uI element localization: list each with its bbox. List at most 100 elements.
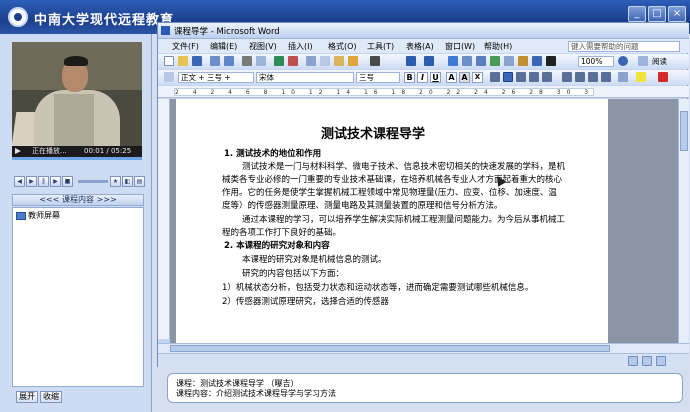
course-tree: 教师屏幕 xyxy=(12,207,144,387)
pause-icon[interactable]: ‖ xyxy=(38,176,49,187)
menu-tools[interactable]: 工具(T) xyxy=(367,41,394,52)
play-icon[interactable] xyxy=(15,148,21,154)
course-content-description: 课程内容：介绍测试技术课程导学与学习方法 xyxy=(176,389,336,398)
char-border-button[interactable]: A xyxy=(446,72,457,83)
permission-icon[interactable] xyxy=(210,56,220,66)
screen-icon xyxy=(16,212,26,220)
new-document-icon[interactable] xyxy=(164,56,174,66)
horizontal-scrollbar[interactable] xyxy=(158,343,689,353)
save-icon[interactable] xyxy=(192,56,202,66)
hyperlink-icon[interactable] xyxy=(448,56,458,66)
horizontal-ruler[interactable]: 2 4 2 4 6 8 10 12 14 16 18 20 22 24 26 2… xyxy=(158,86,689,98)
char-scale-button[interactable]: X xyxy=(472,72,483,83)
stop-icon[interactable]: ■ xyxy=(62,176,73,187)
rewind-icon[interactable]: ◀ xyxy=(14,176,25,187)
cut-icon[interactable] xyxy=(306,56,316,66)
select-browse-object-icon[interactable] xyxy=(628,356,638,366)
research-icon[interactable] xyxy=(288,56,298,66)
read-mode-icon[interactable] xyxy=(638,56,648,66)
align-left-icon[interactable] xyxy=(490,72,500,82)
font-size-select[interactable]: 三号 xyxy=(356,72,400,83)
left-panel: 正在播放... 00:01 / 05:25 ◀ ▶ ‖ ▶ ■ ★ ◧ ▤ <<… xyxy=(0,34,152,412)
menu-help[interactable]: 帮助(H) xyxy=(484,41,512,52)
show-hide-icon[interactable] xyxy=(546,56,556,66)
menu-insert[interactable]: 插入(I) xyxy=(288,41,313,52)
print-icon[interactable] xyxy=(242,56,252,66)
font-options-icon[interactable] xyxy=(370,56,380,66)
expand-button[interactable]: 展开 xyxy=(16,391,38,403)
help-icon[interactable] xyxy=(618,56,628,66)
hscroll-thumb[interactable] xyxy=(170,345,610,352)
lecture-video[interactable] xyxy=(12,42,142,146)
maximize-button[interactable]: □ xyxy=(648,6,666,22)
help-search-input[interactable]: 键入需要帮助的问题 xyxy=(568,41,680,52)
favorite-icon[interactable]: ★ xyxy=(110,176,121,187)
menu-file[interactable]: 文件(F) xyxy=(172,41,199,52)
paragraph-line: 度等）的传感器测量原理、测量电路及其测量装置的原理和信号分析方法。 xyxy=(222,201,503,211)
document-map-icon[interactable] xyxy=(532,56,542,66)
insert-table-icon[interactable] xyxy=(476,56,486,66)
player-status-bar: 正在播放... 00:01 / 05:25 xyxy=(12,146,142,157)
settings-icon[interactable]: ▤ xyxy=(134,176,145,187)
zoom-select[interactable]: 100% xyxy=(578,56,614,67)
open-folder-icon[interactable] xyxy=(178,56,188,66)
word-status-bar xyxy=(158,353,689,367)
menu-table[interactable]: 表格(A) xyxy=(406,41,434,52)
bold-button[interactable]: B xyxy=(404,72,415,83)
seek-bar[interactable] xyxy=(12,157,142,160)
play-button-icon[interactable]: ▶ xyxy=(26,176,37,187)
collapse-button[interactable]: 收缩 xyxy=(40,391,62,403)
previous-page-icon[interactable] xyxy=(642,356,652,366)
char-shading-button[interactable]: A xyxy=(459,72,470,83)
word-app-icon xyxy=(161,26,170,35)
close-button[interactable]: × xyxy=(668,6,686,22)
drawing-icon[interactable] xyxy=(518,56,528,66)
line-spacing-icon[interactable] xyxy=(542,72,552,82)
underline-button[interactable]: U xyxy=(430,72,441,83)
menu-edit[interactable]: 编辑(E) xyxy=(210,41,237,52)
numbering-icon[interactable] xyxy=(562,72,572,82)
font-select[interactable]: 宋体 xyxy=(256,72,354,83)
redo-icon[interactable] xyxy=(424,56,434,66)
word-menu-bar: 文件(F) 编辑(E) 视图(V) 插入(I) 格式(O) 工具(T) 表格(A… xyxy=(158,39,689,53)
justify-icon[interactable] xyxy=(529,72,539,82)
video-lecturer-shirt xyxy=(54,94,94,146)
minimize-button[interactable]: _ xyxy=(628,6,646,22)
tree-item-teacher-screen[interactable]: 教师屏幕 xyxy=(28,210,60,221)
styles-pane-icon[interactable] xyxy=(164,72,174,82)
style-select[interactable]: 正文 + 三号 + xyxy=(178,72,254,83)
scroll-thumb[interactable] xyxy=(680,111,688,151)
columns-icon[interactable] xyxy=(504,56,514,66)
insert-excel-icon[interactable] xyxy=(490,56,500,66)
tables-borders-icon[interactable] xyxy=(462,56,472,66)
italic-button[interactable]: I xyxy=(417,72,428,83)
menu-format[interactable]: 格式(O) xyxy=(328,41,357,52)
player-controls: ◀ ▶ ‖ ▶ ■ ★ ◧ ▤ xyxy=(14,176,145,190)
next-page-icon[interactable] xyxy=(656,356,666,366)
align-right-icon[interactable] xyxy=(516,72,526,82)
volume-slider[interactable] xyxy=(78,180,108,183)
bullets-icon[interactable] xyxy=(575,72,585,82)
document-page[interactable]: 测试技术课程导学 1. 测试技术的地位和作用 测试技术是一门与材料科学、微电子技… xyxy=(176,99,608,343)
fullscreen-icon[interactable]: ◧ xyxy=(122,176,133,187)
increase-indent-icon[interactable] xyxy=(601,72,611,82)
highlight-icon[interactable] xyxy=(636,72,646,82)
read-mode-label[interactable]: 阅读 xyxy=(652,56,667,67)
decrease-indent-icon[interactable] xyxy=(588,72,598,82)
font-color-icon[interactable] xyxy=(658,72,668,82)
vertical-scrollbar[interactable] xyxy=(678,99,689,343)
copy-icon[interactable] xyxy=(320,56,330,66)
menu-view[interactable]: 视图(V) xyxy=(249,41,277,52)
undo-icon[interactable] xyxy=(406,56,416,66)
forward-icon[interactable]: ▶ xyxy=(50,176,61,187)
print-preview-icon[interactable] xyxy=(256,56,266,66)
align-center-icon[interactable] xyxy=(503,72,513,82)
paste-icon[interactable] xyxy=(334,56,344,66)
spelling-icon[interactable] xyxy=(274,56,284,66)
format-painter-icon[interactable] xyxy=(348,56,358,66)
ruler-scale: 2 4 2 4 6 8 10 12 14 16 18 20 22 24 26 2… xyxy=(174,88,594,96)
window-controls: _ □ × xyxy=(628,6,686,22)
menu-window[interactable]: 窗口(W) xyxy=(445,41,475,52)
email-icon[interactable] xyxy=(224,56,234,66)
outside-border-icon[interactable] xyxy=(618,72,628,82)
